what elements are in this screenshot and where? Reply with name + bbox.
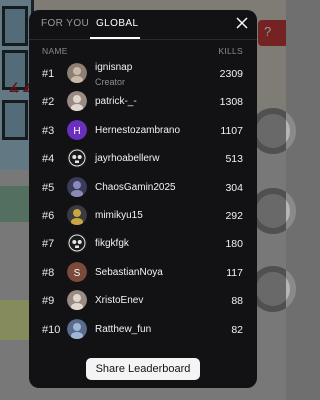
leaderboard-row[interactable]: #10 Ratthew_fun 82 bbox=[29, 316, 257, 344]
rank-label: #8 bbox=[42, 266, 55, 279]
photo-avatar bbox=[67, 205, 87, 225]
leaderboard-row[interactable]: #9 XristoEnev 88 bbox=[29, 287, 257, 315]
close-icon[interactable] bbox=[235, 16, 249, 30]
column-header-kills: KILLS bbox=[218, 46, 243, 56]
leaderboard-row[interactable]: #5 ChaosGamin2025 304 bbox=[29, 174, 257, 202]
rank-label: #7 bbox=[42, 238, 55, 251]
column-header-name: NAME bbox=[42, 46, 68, 56]
rank-label: #9 bbox=[42, 295, 55, 308]
leaderboard-row[interactable]: #6 mimikyu15 292 bbox=[29, 202, 257, 230]
kill-count: 82 bbox=[231, 323, 243, 336]
rank-label: #3 bbox=[42, 124, 55, 137]
letter-avatar-s: S bbox=[67, 261, 87, 282]
column-headers: NAME KILLS bbox=[29, 46, 257, 60]
leaderboard-panel: FOR YOU GLOBAL NAME KILLS #1 ignisnap Crea… bbox=[29, 10, 257, 388]
leaderboard-row[interactable]: #7 fikgkfgk 180 bbox=[29, 230, 257, 258]
rank-label: #4 bbox=[42, 153, 55, 166]
leaderboard-row[interactable]: #2 patrick-_- 1308 bbox=[29, 88, 257, 116]
skull-avatar bbox=[67, 148, 87, 169]
photo-avatar bbox=[67, 318, 87, 339]
player-name: fikgkfgk bbox=[95, 238, 129, 250]
tab-global[interactable]: GLOBAL bbox=[96, 18, 138, 29]
player-name: ignisnap bbox=[95, 62, 133, 73]
divider bbox=[29, 39, 257, 40]
rank-label: #6 bbox=[42, 210, 55, 222]
tab-for-you[interactable]: FOR YOU bbox=[41, 18, 89, 29]
kill-count: 180 bbox=[225, 238, 243, 251]
rank-label: #2 bbox=[42, 96, 55, 109]
player-name: Hernestozambrano bbox=[95, 124, 181, 136]
player-name: XristoEnev bbox=[95, 295, 144, 307]
rank-label: #10 bbox=[42, 323, 61, 336]
avatar-letter: H bbox=[73, 126, 80, 137]
kill-count: 1308 bbox=[219, 96, 243, 109]
player-name: SebastianNoya bbox=[95, 266, 163, 278]
kill-count: 117 bbox=[226, 266, 243, 279]
player-role: Creator bbox=[95, 77, 126, 87]
rank-label: #1 bbox=[42, 68, 55, 80]
kill-count: 304 bbox=[225, 181, 243, 194]
photo-avatar bbox=[67, 91, 87, 112]
kill-count: 1107 bbox=[220, 124, 243, 137]
leaderboard-row[interactable]: #3 H Hernestozambrano 1107 bbox=[29, 117, 257, 145]
photo-avatar bbox=[67, 63, 87, 83]
player-name: jayrhoabellerw bbox=[95, 153, 160, 165]
player-name: Ratthew_fun bbox=[95, 323, 152, 335]
kill-count: 513 bbox=[225, 153, 243, 166]
kill-count: 292 bbox=[225, 210, 243, 222]
photo-avatar bbox=[67, 176, 87, 197]
kill-count: 88 bbox=[231, 295, 243, 308]
player-name: patrick-_- bbox=[95, 96, 137, 108]
leaderboard-row[interactable]: #4 jayrhoabellerw 513 bbox=[29, 145, 257, 173]
avatar-letter: S bbox=[74, 268, 81, 279]
player-name: ChaosGamin2025 bbox=[95, 181, 176, 193]
skull-avatar bbox=[67, 233, 87, 254]
leaderboard-row[interactable]: #8 S SebastianNoya 117 bbox=[29, 259, 257, 287]
letter-avatar-h: H bbox=[67, 119, 87, 140]
kill-count: 2309 bbox=[219, 68, 243, 80]
tab-bar: FOR YOU GLOBAL bbox=[29, 10, 257, 39]
leaderboard-row[interactable]: #1 ignisnap Creator 2309 bbox=[29, 60, 257, 88]
share-leaderboard-button[interactable]: Share Leaderboard bbox=[86, 358, 200, 380]
rank-label: #5 bbox=[42, 181, 55, 194]
player-name: mimikyu15 bbox=[95, 210, 143, 221]
photo-avatar bbox=[67, 290, 87, 311]
